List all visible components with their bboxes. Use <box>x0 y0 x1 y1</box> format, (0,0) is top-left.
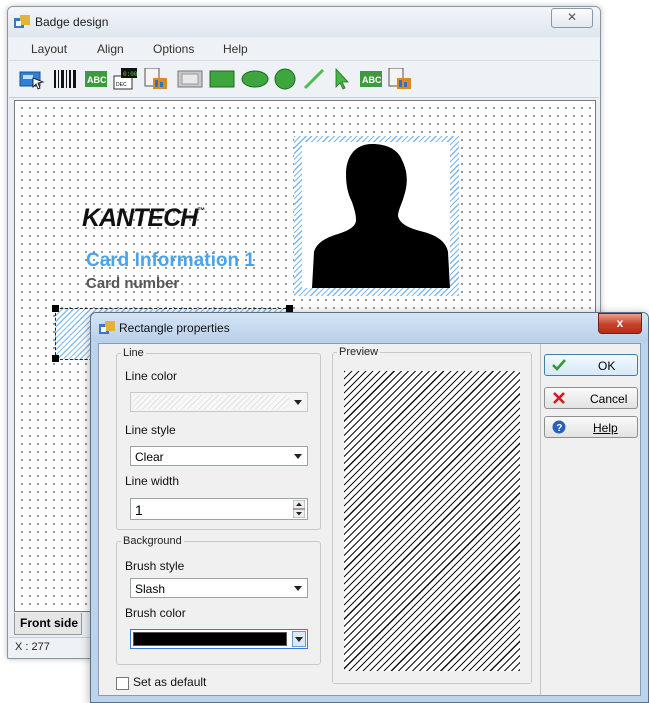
line-width-stepper[interactable]: 1 <box>130 498 308 520</box>
person-silhouette-icon <box>312 144 450 288</box>
window-title: Badge design <box>35 15 109 29</box>
cancel-label: Cancel <box>590 392 628 406</box>
spin-arrows-icon[interactable] <box>293 500 305 518</box>
photo-area <box>302 142 450 288</box>
chevron-down-icon <box>291 395 305 409</box>
ellipse-icon[interactable] <box>241 68 269 90</box>
close-icon: ✕ <box>566 10 578 24</box>
preview-pattern <box>344 371 520 671</box>
line-style-dropdown[interactable]: Clear <box>130 446 308 466</box>
badge-design-app-icon <box>14 15 30 28</box>
svg-text:ABC: ABC <box>362 75 382 85</box>
line-color-swatch <box>133 395 289 409</box>
photo-placeholder[interactable] <box>294 136 459 296</box>
chevron-down-icon <box>291 581 305 595</box>
picture-frame-icon[interactable] <box>177 68 203 90</box>
line-icon[interactable] <box>302 68 326 90</box>
brush-color-dropdown[interactable] <box>130 629 308 649</box>
image-icon[interactable] <box>143 68 169 90</box>
text-abc-icon-2[interactable]: ABC <box>359 68 383 90</box>
menu-options[interactable]: Options <box>153 42 194 56</box>
properties-panel: Line Line color Line style Clear Line wi… <box>99 344 541 695</box>
help-button[interactable]: ? Help <box>544 416 638 438</box>
preview-label: Preview <box>337 346 381 358</box>
line-style-value: Clear <box>135 450 164 464</box>
menu-align[interactable]: Align <box>97 42 124 56</box>
badge-design-app-icon <box>99 321 115 334</box>
cancel-button[interactable]: Cancel <box>544 387 638 409</box>
tab-front-side[interactable]: Front side <box>14 613 82 635</box>
brush-color-swatch <box>133 632 287 646</box>
set-as-default-checkbox[interactable] <box>116 677 129 690</box>
close-icon: x <box>616 316 624 330</box>
dialog-title: Rectangle properties <box>119 321 230 335</box>
brush-color-label: Brush color <box>125 606 186 620</box>
resize-handle-top-right[interactable] <box>286 305 293 312</box>
help-label: Help <box>593 421 618 435</box>
menu-layout[interactable]: Layout <box>31 42 67 56</box>
ok-label: OK <box>598 359 616 373</box>
select-arrow-icon[interactable] <box>332 68 352 90</box>
toolbar: ABC 0:00 DEC ABC <box>9 61 599 98</box>
line-color-dropdown[interactable] <box>130 392 308 412</box>
cursor-x-readout: X : 277 <box>15 641 50 653</box>
menu-help[interactable]: Help <box>223 42 248 56</box>
background-group-label: Background <box>121 535 184 547</box>
kantech-logo: KANTECH™ <box>82 204 206 232</box>
date-text-icon[interactable]: 0:00 DEC <box>113 68 139 90</box>
set-as-default-label: Set as default <box>133 675 207 689</box>
ok-button[interactable]: OK <box>544 354 638 376</box>
menu-bar: Layout Align Options Help <box>9 38 599 61</box>
text-abc-icon[interactable]: ABC <box>84 68 108 90</box>
dialog-body: Line Line color Line style Clear Line wi… <box>98 343 641 696</box>
close-button[interactable]: ✕ <box>551 8 593 28</box>
pointer-tool-icon[interactable] <box>19 68 45 90</box>
resize-handle-top-left[interactable] <box>52 305 59 312</box>
chevron-down-icon <box>292 631 306 647</box>
rectangle-properties-dialog: Rectangle properties x Line Line color L… <box>90 312 649 703</box>
preview-group: Preview <box>332 346 532 684</box>
resize-handle-bottom-left[interactable] <box>52 355 59 362</box>
dialog-close-button[interactable]: x <box>598 313 642 334</box>
circle-icon[interactable] <box>273 68 297 90</box>
help-icon: ? <box>552 420 566 434</box>
check-icon <box>552 359 566 371</box>
chevron-down-icon <box>291 449 305 463</box>
svg-text:DEC: DEC <box>116 82 127 88</box>
svg-text:?: ? <box>556 423 562 434</box>
title-bar: Badge design ✕ <box>8 7 600 37</box>
line-color-label: Line color <box>125 369 178 383</box>
cancel-x-icon <box>553 392 565 404</box>
line-style-label: Line style <box>125 423 176 437</box>
card-information-text[interactable]: Card Information 1 <box>86 250 255 272</box>
dialog-title-bar: Rectangle properties x <box>91 313 648 342</box>
line-width-label: Line width <box>125 474 180 488</box>
svg-text:0:00: 0:00 <box>123 71 138 78</box>
brush-style-dropdown[interactable]: Slash <box>130 578 308 598</box>
line-width-value: 1 <box>135 502 143 518</box>
background-group: Background Brush style Slash Brush color <box>116 535 321 665</box>
line-group: Line Line color Line style Clear Line wi… <box>116 347 321 530</box>
rectangle-icon[interactable] <box>209 68 235 90</box>
brush-style-value: Slash <box>135 582 166 596</box>
line-group-label: Line <box>121 347 146 359</box>
logo-image-icon[interactable] <box>387 68 413 90</box>
barcode-icon[interactable] <box>53 68 77 90</box>
svg-text:ABC: ABC <box>87 75 107 85</box>
brush-style-label: Brush style <box>125 559 185 573</box>
card-number-text[interactable]: Card number <box>86 275 179 292</box>
